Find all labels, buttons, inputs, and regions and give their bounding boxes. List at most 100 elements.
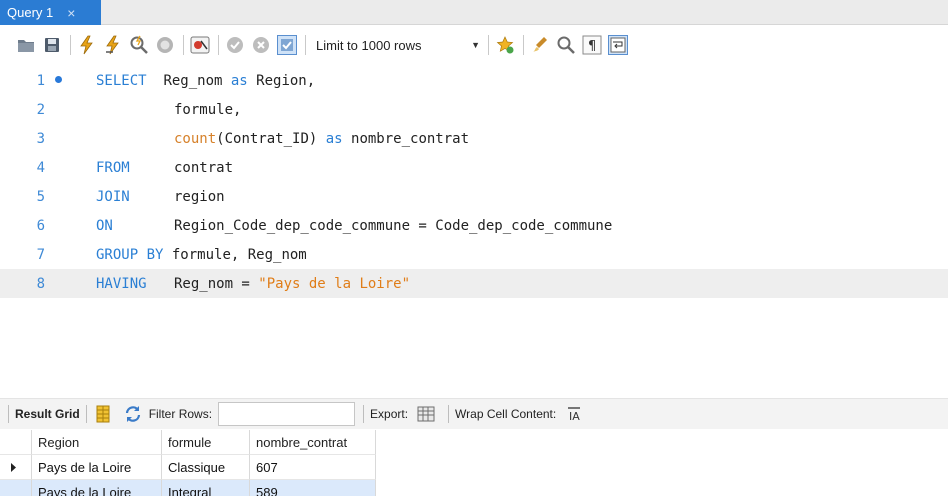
line-number: 3 [36,130,45,147]
filter-rows-input[interactable] [218,402,356,426]
row-selector[interactable] [0,480,32,496]
chevron-down-icon: ▼ [471,40,480,50]
line-number: 6 [36,217,45,234]
toolbar-separator [85,405,87,423]
bookmark-icon[interactable] [495,35,515,55]
explain-icon[interactable] [129,35,149,55]
open-folder-icon[interactable] [16,35,36,55]
find-icon[interactable] [556,35,576,55]
stop-icon[interactable] [155,35,175,55]
autocommit-icon[interactable] [277,35,297,55]
beautify-icon[interactable] [530,35,550,55]
query-toolbar: Limit to 1000 rows ▼ ¶ [0,25,948,65]
code-text: Reg_nom = "Pays de la Loire" [174,276,410,292]
column-header-formule[interactable]: formule [162,430,250,455]
save-icon[interactable] [42,35,62,55]
filter-rows-label: Filter Rows: [148,407,213,421]
execute-icon[interactable] [77,35,97,55]
sql-keyword: SELECT [96,72,147,89]
wrap-icon[interactable] [608,35,628,55]
code-text: count(Contrat_ID) as nombre_contrat [174,131,469,147]
export-icon[interactable] [416,404,436,424]
code-token: Region_Code_dep_code_commune = Code_dep_… [174,217,613,234]
mysql-workbench-window: Query 1 × Limit to 1000 rows ▼ ¶ 1 SELEC… [0,0,948,496]
toolbar-separator [8,405,9,423]
wrap-cell-label: Wrap Cell Content: [455,407,557,421]
sql-keyword: as [325,130,343,147]
table-cell[interactable]: Pays de la Loire [32,455,162,480]
svg-text:IA: IA [569,410,580,423]
toolbar-separator [488,35,489,55]
grid-layout-icon[interactable] [93,404,113,424]
tab-query-1[interactable]: Query 1 × [0,0,101,25]
sql-function: count [174,130,217,147]
table-header-row: Region formule nombre_contrat [0,430,376,455]
sql-keyword: ON [96,217,113,234]
line-number: 5 [36,188,45,205]
editor-line[interactable]: 5 JOIN region [0,182,948,211]
row-selector[interactable] [0,430,32,455]
code-token: region [174,188,225,205]
tab-strip: Query 1 × [0,0,948,25]
code-text: GROUP BY formule, Reg_nom [96,247,307,263]
tab-title: Query 1 [7,5,54,20]
table-row[interactable]: Pays de la Loire Integral 589 [0,480,376,496]
table-cell[interactable]: Classique [162,455,250,480]
editor-line[interactable]: 2 formule, [0,95,948,124]
editor-line[interactable]: 4 FROM contrat [0,153,948,182]
table-cell[interactable]: 607 [250,455,376,480]
toolbar-separator [523,35,524,55]
column-header-nombre-contrat[interactable]: nombre_contrat [250,430,376,455]
editor-line[interactable]: 6 ON Region_Code_dep_code_commune = Code… [0,211,948,240]
editor-line-current[interactable]: 8 HAVING Reg_nom = "Pays de la Loire" [0,269,948,298]
toolbar-separator [363,405,365,423]
sql-keyword: JOIN [96,188,130,205]
code-token: (Contrat_ID) [216,130,326,147]
code-token: formule, Reg_nom [163,246,307,263]
sql-keyword: FROM [96,159,130,176]
rollback-icon[interactable] [251,35,271,55]
toolbar-separator [70,35,71,55]
sql-keyword: as [230,72,248,89]
table-cell[interactable]: 589 [250,480,376,496]
code-token: Reg_nom = [174,275,259,292]
wrap-cell-icon[interactable]: IA [564,404,584,424]
toolbar-separator [305,35,306,55]
export-label: Export: [370,407,409,421]
code-token: nombre_contrat [342,130,470,147]
result-grid-tab[interactable]: Result Grid [15,407,80,421]
execute-current-icon[interactable] [103,35,123,55]
sql-editor[interactable]: 1 SELECT Reg_nom as Region, 2 formule, 3… [0,66,948,388]
invisible-chars-icon[interactable]: ¶ [582,35,602,55]
sql-keyword: GROUP BY [96,246,164,263]
editor-line[interactable]: 7 GROUP BY formule, Reg_nom [0,240,948,269]
code-token: Region, [247,72,316,89]
statement-marker-icon [55,76,62,83]
table-row[interactable]: Pays de la Loire Classique 607 [0,455,376,480]
table-cell[interactable]: Pays de la Loire [32,480,162,496]
column-header-region[interactable]: Region [32,430,162,455]
sql-keyword: HAVING [96,275,147,292]
line-number: 4 [36,159,45,176]
current-row-arrow-icon [11,463,16,472]
editor-line[interactable]: 1 SELECT Reg_nom as Region, [0,66,948,95]
code-token: Reg_nom [163,72,231,89]
code-token: contrat [174,159,234,176]
toolbar-separator [183,35,184,55]
limit-rows-label: Limit to 1000 rows [316,37,422,53]
sql-string: "Pays de la Loire" [258,275,411,292]
line-number: 1 [36,72,45,89]
table-cell[interactable]: Integral [162,480,250,496]
limit-rows-select[interactable]: Limit to 1000 rows ▼ [316,38,486,53]
result-grid: Region formule nombre_contrat Pays de la… [0,430,948,496]
code-text: SELECT Reg_nom as Region, [96,73,315,89]
close-icon[interactable]: × [67,6,75,20]
code-text: formule, [174,101,242,118]
row-selector[interactable] [0,455,32,480]
svg-text:¶: ¶ [588,39,596,54]
line-number: 7 [36,246,45,263]
toggle-error-icon[interactable] [190,35,210,55]
commit-icon[interactable] [225,35,245,55]
editor-line[interactable]: 3 count(Contrat_ID) as nombre_contrat [0,124,948,153]
refresh-icon[interactable] [123,404,143,424]
